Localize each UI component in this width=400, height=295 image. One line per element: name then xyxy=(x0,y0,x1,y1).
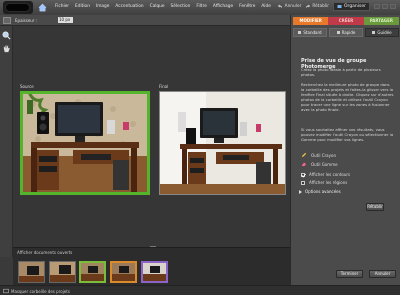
menu-fenetre[interactable]: Fenêtre xyxy=(239,4,255,9)
menu-edition[interactable]: Edition xyxy=(75,4,90,9)
menu-filtre[interactable]: Filtre xyxy=(196,4,207,9)
subtab-standard[interactable]: Standard xyxy=(293,28,327,37)
undo-button[interactable]: Annuler xyxy=(277,4,302,9)
advanced-options-toggle[interactable]: Options avancées xyxy=(299,189,341,194)
mode-tabs: MODIFIER CRÉER PARTAGER xyxy=(293,17,399,25)
source-label: Source xyxy=(20,84,34,89)
tool-options-bar: Epaisseur : 10 px xyxy=(0,15,290,26)
undo-icon xyxy=(277,4,282,8)
eraser-tool-button[interactable]: Outil Gomme xyxy=(301,161,338,167)
subtab-guidee-label: Guidée xyxy=(377,30,392,35)
guidee-icon xyxy=(372,31,376,34)
hand-tool-icon[interactable] xyxy=(2,44,11,53)
source-photo[interactable] xyxy=(20,91,150,195)
bin-toggle-icon[interactable] xyxy=(3,288,9,294)
panel-refine-text: Si vous souhaitez affiner vos résultats,… xyxy=(301,127,394,142)
thickness-field[interactable]: 10 px xyxy=(58,17,73,23)
panel-instructions-text: Recherchez la meilleure photo de groupe … xyxy=(301,82,394,112)
tab-partager[interactable]: PARTAGER xyxy=(363,17,399,25)
final-label: Final xyxy=(159,84,169,89)
pencil-tool-button[interactable]: Outil Crayon xyxy=(301,152,336,158)
expand-arrow-icon xyxy=(299,189,302,194)
pencil-tool-label: Outil Crayon xyxy=(311,152,336,158)
top-right-controls: Annuler Rétablir Organiser xyxy=(277,2,396,11)
eraser-icon xyxy=(301,162,307,167)
bin-thumbnail[interactable] xyxy=(110,261,137,283)
rapide-icon xyxy=(336,31,340,34)
pencil-icon xyxy=(301,152,307,158)
cancel-button[interactable]: Annuler xyxy=(369,270,396,278)
organizer-button[interactable]: Organiser xyxy=(333,2,370,11)
organizer-label: Organiser xyxy=(344,4,366,9)
guided-panel: MODIFIER CRÉER PARTAGER Standard Rapide … xyxy=(290,15,400,285)
brush-preview-icon[interactable] xyxy=(3,17,11,24)
eraser-tool-label: Outil Gomme xyxy=(311,161,338,167)
menu-bar: Fichier Edition Image Accentuation Calqu… xyxy=(55,4,271,9)
finish-button[interactable]: Terminer xyxy=(336,270,363,278)
redo-label: Rétablir xyxy=(312,4,329,9)
show-strokes-label: Afficher les contours xyxy=(309,172,351,177)
show-strokes-checkbox[interactable] xyxy=(301,172,305,177)
menu-accentuation[interactable]: Accentuation xyxy=(115,4,143,9)
undo-label: Annuler xyxy=(284,4,302,9)
home-icon[interactable] xyxy=(38,3,47,12)
menu-affichage[interactable]: Affichage xyxy=(213,4,233,9)
project-bin: Afficher documents ouverts xyxy=(13,247,290,285)
zoom-tool-icon[interactable] xyxy=(2,31,11,40)
menu-calque[interactable]: Calque xyxy=(150,4,165,9)
subtab-rapide-label: Rapide xyxy=(341,30,356,35)
bin-thumbnail[interactable] xyxy=(49,261,76,283)
show-regions-option[interactable]: Afficher les régions xyxy=(301,180,347,185)
bin-thumbnail[interactable] xyxy=(18,261,45,283)
subtab-guidee[interactable]: Guidée xyxy=(365,28,399,37)
panel-intro-text: Créez la photo idéale à partir de plusie… xyxy=(301,67,381,77)
menu-image[interactable]: Image xyxy=(96,4,109,9)
canvas-area[interactable]: Source Final xyxy=(13,26,290,248)
show-strokes-option[interactable]: Afficher les contours xyxy=(301,172,350,177)
source-photo-image xyxy=(23,94,147,192)
organizer-icon xyxy=(337,5,342,8)
window-controls xyxy=(374,4,396,9)
final-photo[interactable] xyxy=(159,91,286,195)
thickness-label: Epaisseur : xyxy=(15,18,38,23)
menu-fichier[interactable]: Fichier xyxy=(55,4,69,9)
maximize-button[interactable] xyxy=(382,4,388,9)
bin-thumbnail[interactable] xyxy=(141,261,168,283)
reset-button[interactable]: Rétablir xyxy=(366,203,384,211)
app-logo xyxy=(3,1,33,14)
status-bar: Masquer corbeille des projets xyxy=(0,285,400,295)
final-photo-image xyxy=(160,92,285,194)
tab-creer[interactable]: CRÉER xyxy=(328,17,364,25)
subtab-rapide[interactable]: Rapide xyxy=(329,28,363,37)
redo-button[interactable]: Rétablir xyxy=(305,4,329,9)
redo-icon xyxy=(306,4,311,8)
toolbox xyxy=(0,26,13,257)
show-regions-checkbox[interactable] xyxy=(301,180,305,185)
advanced-options-label: Options avancées xyxy=(305,189,341,194)
show-regions-label: Afficher les régions xyxy=(309,180,348,185)
edit-subtabs: Standard Rapide Guidée xyxy=(293,28,399,37)
bin-dropdown[interactable]: Afficher documents ouverts xyxy=(17,250,72,255)
standard-icon xyxy=(298,31,302,34)
menu-aide[interactable]: Aide xyxy=(261,4,271,9)
title-bar: Fichier Edition Image Accentuation Calqu… xyxy=(0,0,400,15)
bin-thumbnail-source[interactable] xyxy=(79,261,106,283)
tab-modifier[interactable]: MODIFIER xyxy=(293,17,329,25)
minimize-button[interactable] xyxy=(374,4,380,9)
menu-selection[interactable]: Sélection xyxy=(171,4,191,9)
close-button[interactable] xyxy=(390,4,396,9)
subtab-standard-label: Standard xyxy=(303,30,322,35)
hide-bin-toggle[interactable]: Masquer corbeille des projets xyxy=(11,289,70,294)
